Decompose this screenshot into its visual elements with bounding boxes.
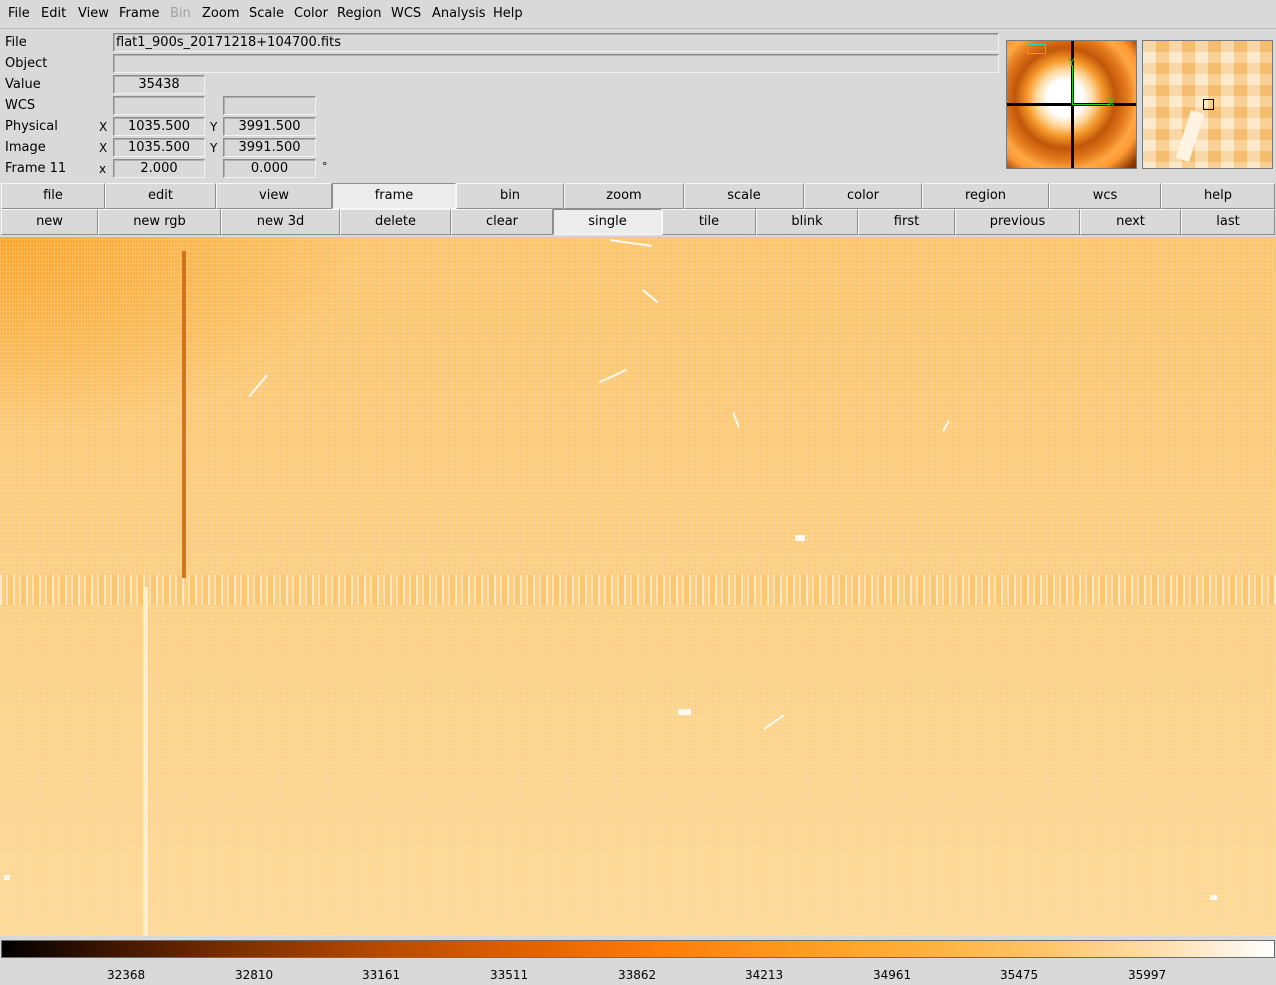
button-previous[interactable]: previous xyxy=(955,209,1080,235)
button-bin[interactable]: bin xyxy=(456,183,564,209)
physical-y-axis-label: Y xyxy=(210,120,218,134)
physical-label: Physical xyxy=(5,119,58,134)
frame-angle-field: 0.000 xyxy=(223,159,316,178)
object-field xyxy=(113,54,999,73)
cosmic-ray xyxy=(795,535,805,541)
colorbar-tick-label: 34961 xyxy=(873,968,912,982)
button-help[interactable]: help xyxy=(1161,183,1275,209)
menu-help[interactable]: Help xyxy=(493,6,523,21)
frame-zoom-axis-label: x xyxy=(99,162,107,176)
colorbar-tick-label: 34213 xyxy=(745,968,784,982)
image-canvas[interactable] xyxy=(0,237,1276,936)
colorbar-tick-label: 35997 xyxy=(1128,968,1167,982)
physical-x-field: 1035.500 xyxy=(113,117,205,136)
menu-edit[interactable]: Edit xyxy=(41,6,66,21)
button-new[interactable]: new xyxy=(1,209,98,235)
menu-zoom[interactable]: Zoom xyxy=(202,6,239,21)
image-x-field: 1035.500 xyxy=(113,138,205,157)
button-color[interactable]: color xyxy=(804,183,922,209)
image-y-axis-label: Y xyxy=(210,141,218,155)
colorbar-tick-label: 32810 xyxy=(235,968,274,982)
object-label: Object xyxy=(5,56,48,71)
button-first[interactable]: first xyxy=(858,209,955,235)
menu-bin: Bin xyxy=(170,6,191,21)
panner-x-compass-line xyxy=(1073,104,1111,105)
button-region[interactable]: region xyxy=(922,183,1049,209)
menu-scale[interactable]: Scale xyxy=(249,6,284,21)
button-view[interactable]: view xyxy=(216,183,332,209)
panner-y-compass-label: Y xyxy=(1068,56,1075,69)
degree-symbol: ° xyxy=(322,160,328,173)
menu-frame[interactable]: Frame xyxy=(119,6,160,21)
panner-view-box[interactable] xyxy=(1027,44,1046,54)
panner-y-compass-line xyxy=(1072,65,1073,105)
button-tile[interactable]: tile xyxy=(662,209,756,235)
physical-x-axis-label: X xyxy=(99,120,108,134)
wcs-y-field xyxy=(223,96,316,115)
button-clear[interactable]: clear xyxy=(451,209,553,235)
colorbar-tick-label: 32368 xyxy=(107,968,146,982)
value-label: Value xyxy=(5,77,41,92)
frame-label: Frame 11 xyxy=(5,161,67,176)
menu-analysis[interactable]: Analysis xyxy=(432,6,486,21)
image-bright-column xyxy=(143,587,148,936)
magnifier-cursor-box xyxy=(1203,99,1214,110)
menu-wcs[interactable]: WCS xyxy=(391,6,421,21)
cosmic-ray xyxy=(678,709,691,715)
image-dark-column xyxy=(182,251,186,578)
colorbar-tick-label: 33862 xyxy=(618,968,657,982)
image-bright-band xyxy=(0,575,1276,605)
button-blink[interactable]: blink xyxy=(756,209,858,235)
button-file[interactable]: file xyxy=(1,183,105,209)
ds9-window: File Edit View Frame Bin Zoom Scale Colo… xyxy=(0,0,1276,985)
pixel-value-field: 35438 xyxy=(113,75,205,94)
menu-region[interactable]: Region xyxy=(337,6,382,21)
colorbar-tick-label: 33511 xyxy=(490,968,529,982)
colorbar-tick-label: 35475 xyxy=(1000,968,1039,982)
file-name-field: flat1_900s_20171218+104700.fits xyxy=(113,33,999,52)
button-scale[interactable]: scale xyxy=(684,183,804,209)
image-y-field: 3991.500 xyxy=(223,138,316,157)
button-wcs[interactable]: wcs xyxy=(1049,183,1161,209)
cosmic-ray xyxy=(1210,895,1217,900)
button-new-rgb[interactable]: new rgb xyxy=(98,209,221,235)
button-new-3d[interactable]: new 3d xyxy=(221,209,340,235)
button-edit[interactable]: edit xyxy=(105,183,216,209)
frame-zoom-field: 2.000 xyxy=(113,159,205,178)
button-zoom[interactable]: zoom xyxy=(564,183,684,209)
wcs-label: WCS xyxy=(5,98,36,113)
button-single[interactable]: single xyxy=(553,209,662,235)
button-last[interactable]: last xyxy=(1181,209,1275,235)
menu-file[interactable]: File xyxy=(8,6,30,21)
frame-button-bar: new new rgb new 3d delete clear single t… xyxy=(0,209,1276,235)
menu-bar: File Edit View Frame Bin Zoom Scale Colo… xyxy=(0,0,1276,29)
colorbar-tick-label: 33161 xyxy=(362,968,401,982)
menu-view[interactable]: View xyxy=(78,6,109,21)
magnifier-view xyxy=(1142,40,1273,169)
cosmic-ray xyxy=(4,875,10,880)
wcs-x-field xyxy=(113,96,205,115)
image-x-axis-label: X xyxy=(99,141,108,155)
main-button-bar: file edit view frame bin zoom scale colo… xyxy=(0,183,1276,209)
button-frame[interactable]: frame xyxy=(332,183,456,209)
colorbar[interactable] xyxy=(1,940,1275,958)
panner-x-compass-label: X xyxy=(1107,96,1115,109)
button-next[interactable]: next xyxy=(1080,209,1181,235)
image-label: Image xyxy=(5,140,46,155)
panner-view[interactable]: X Y xyxy=(1006,40,1137,169)
magnifier-streak xyxy=(1175,110,1205,162)
menu-color[interactable]: Color xyxy=(294,6,328,21)
button-delete[interactable]: delete xyxy=(340,209,451,235)
physical-y-field: 3991.500 xyxy=(223,117,316,136)
file-label: File xyxy=(5,35,27,50)
